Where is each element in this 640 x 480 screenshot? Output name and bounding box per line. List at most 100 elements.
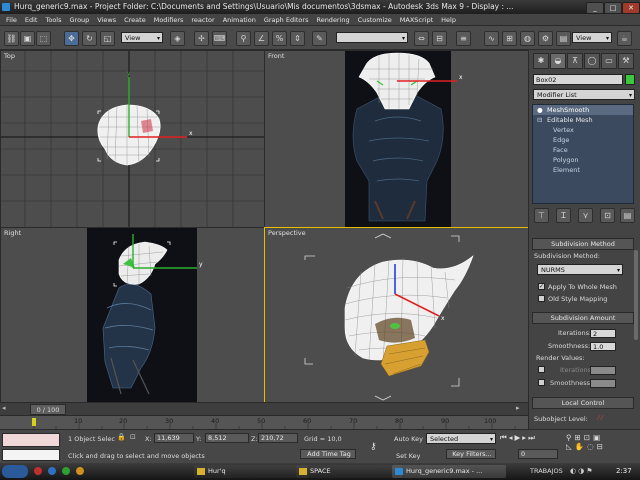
subdivision-amount-rollout[interactable]: Subdivision Amount (532, 312, 634, 324)
configure-sets-icon[interactable]: ▤ (620, 208, 635, 223)
app-icon[interactable] (2, 3, 10, 11)
key-filters-button[interactable]: Key Filters... (446, 449, 496, 459)
quick-render-icon[interactable]: ☕ (617, 31, 632, 46)
expand-icon[interactable]: ⊟ (537, 116, 542, 124)
taskbar-item-folder[interactable]: SPACE (296, 465, 402, 478)
viewport-perspective[interactable]: Perspective x (264, 227, 530, 404)
zoom-icon[interactable]: ⚲ (566, 433, 575, 442)
iterations-spinner[interactable]: 2 (590, 329, 616, 338)
select-rotate-icon[interactable]: ↻ (82, 31, 97, 46)
time-slider[interactable]: ◂ 0 / 100 ▸ (0, 402, 528, 415)
schematic-view-icon[interactable]: ⊞ (502, 31, 517, 46)
stack-item-editable-mesh[interactable]: Editable Mesh (547, 116, 593, 124)
viewport-top[interactable]: Top y x (0, 50, 265, 228)
add-time-tag-button[interactable]: Add Time Tag (300, 449, 356, 459)
menu-create[interactable]: Create (120, 16, 150, 24)
quicklaunch-icon[interactable] (48, 467, 56, 475)
track-bar[interactable]: 10 20 30 40 50 60 70 80 90 100 (0, 415, 528, 430)
select-region-icon[interactable]: ⬚ (36, 31, 51, 46)
menu-modifiers[interactable]: Modifiers (150, 16, 188, 24)
maximize-button[interactable]: □ (604, 2, 622, 14)
stack-item-edge[interactable]: Edge (553, 136, 569, 144)
slider-right-arrow-icon[interactable]: ▸ (516, 404, 526, 414)
subdivision-method-rollout[interactable]: Subdivision Method (532, 238, 634, 250)
current-frame-field[interactable]: 0 (518, 449, 558, 459)
minimize-button[interactable]: _ (586, 2, 604, 14)
smoothness-spinner[interactable]: 1.0 (590, 342, 616, 351)
render-type-dropdown[interactable]: View (572, 32, 612, 44)
arc-rotate-icon[interactable]: ◌ (587, 442, 597, 451)
close-button[interactable]: ✕ (622, 2, 640, 14)
menu-rendering[interactable]: Rendering (312, 16, 353, 24)
maxscript-input-mini[interactable] (2, 449, 60, 461)
select-link-icon[interactable]: ⛓ (4, 31, 19, 46)
taskbar-item-3dsmax[interactable]: Hurq_generic9.max - ... (392, 465, 506, 478)
x-coordinate-field[interactable]: 11,639 (154, 433, 194, 443)
modifier-list-dropdown[interactable]: Modifier List (533, 89, 635, 101)
zoom-all-icon[interactable]: ⊞ (575, 433, 584, 442)
motion-tab-icon[interactable]: ◯ (584, 53, 600, 69)
mesh-wireframe-perspective[interactable] (344, 255, 474, 377)
percent-snap-icon[interactable]: % (272, 31, 287, 46)
taskbar-item-folder[interactable]: Hur'q (194, 465, 308, 478)
command-panel-scrollbar[interactable] (634, 250, 638, 340)
align-icon[interactable]: ⊟ (432, 31, 447, 46)
modify-tab-icon[interactable]: ◒ (550, 53, 566, 69)
apply-whole-mesh-checkbox[interactable]: ✓ (538, 283, 545, 290)
render-frame-icon[interactable]: ▤ (556, 31, 571, 46)
viewport-front[interactable]: Front x (264, 50, 530, 228)
auto-key-button[interactable]: Auto Key (394, 435, 423, 443)
maximize-viewport-icon[interactable]: ⊟ (597, 442, 606, 451)
select-scale-icon[interactable]: ◱ (100, 31, 115, 46)
stack-item-meshsmooth[interactable]: MeshSmooth (547, 106, 589, 114)
set-key-icon[interactable]: ⚷ (370, 442, 384, 452)
named-selection-icon[interactable]: ✎ (312, 31, 327, 46)
menu-file[interactable]: File (2, 16, 21, 24)
viewport-right[interactable]: Right y (0, 227, 265, 404)
zoom-extents-icon[interactable]: ⊡ (584, 433, 593, 442)
fov-icon[interactable]: ◺ (566, 442, 575, 451)
curve-editor-icon[interactable]: ∿ (484, 31, 499, 46)
set-key-button[interactable]: Set Key (396, 452, 421, 460)
lightbulb-icon[interactable]: ● (537, 106, 543, 114)
coordinate-system-dropdown[interactable]: View (121, 32, 163, 44)
object-name-field[interactable]: Box02 (533, 74, 623, 85)
angle-snap-icon[interactable]: ∠ (254, 31, 269, 46)
hierarchy-tab-icon[interactable]: ⊼ (567, 53, 583, 69)
goto-start-icon[interactable]: ⏮ (500, 433, 509, 442)
render-iterations-spinner[interactable]: 0 (590, 366, 616, 375)
spinner-snap-icon[interactable]: ⇕ (290, 31, 305, 46)
snap-toggle-icon[interactable]: ⚲ (236, 31, 251, 46)
render-setup-icon[interactable]: ⚙ (538, 31, 553, 46)
menu-graph-editors[interactable]: Graph Editors (260, 16, 313, 24)
keyboard-shortcut-icon[interactable]: ⌨ (212, 31, 227, 46)
menu-tools[interactable]: Tools (41, 16, 65, 24)
object-color-swatch[interactable] (625, 74, 635, 85)
start-button[interactable] (2, 465, 28, 478)
material-editor-icon[interactable]: ◍ (520, 31, 535, 46)
pan-icon[interactable]: ✋ (575, 442, 587, 451)
utilities-tab-icon[interactable]: ⚒ (618, 53, 634, 69)
menu-animation[interactable]: Animation (219, 16, 260, 24)
stack-item-vertex[interactable]: Vertex (553, 126, 574, 134)
display-tab-icon[interactable]: ▭ (601, 53, 617, 69)
old-style-mapping-checkbox[interactable] (538, 295, 545, 302)
subobject-level-icon[interactable]: ⁄ ⁄ (598, 414, 620, 424)
selection-lock-icon[interactable]: 🔒 (117, 433, 126, 442)
menu-views[interactable]: Views (93, 16, 120, 24)
pin-stack-icon[interactable]: ⊤ (534, 208, 549, 223)
quicklaunch-icon[interactable] (76, 467, 84, 475)
render-iterations-checkbox[interactable] (538, 366, 545, 373)
slider-left-arrow-icon[interactable]: ◂ (2, 404, 12, 414)
zoom-extents-all-icon[interactable]: ▣ (593, 433, 603, 442)
create-tab-icon[interactable]: ✱ (533, 53, 549, 69)
layer-manager-icon[interactable]: ≡ (456, 31, 471, 46)
select-object-icon[interactable]: ▣ (20, 31, 35, 46)
select-manipulate-icon[interactable]: ✢ (194, 31, 209, 46)
stack-item-polygon[interactable]: Polygon (553, 156, 579, 164)
goto-end-icon[interactable]: ⏭ (528, 433, 537, 442)
y-coordinate-field[interactable]: 8,512 (205, 433, 249, 443)
remove-modifier-icon[interactable]: ⊡ (600, 208, 615, 223)
menu-maxscript[interactable]: MAXScript (396, 16, 437, 24)
subdivision-method-dropdown[interactable]: NURMS (537, 264, 623, 276)
